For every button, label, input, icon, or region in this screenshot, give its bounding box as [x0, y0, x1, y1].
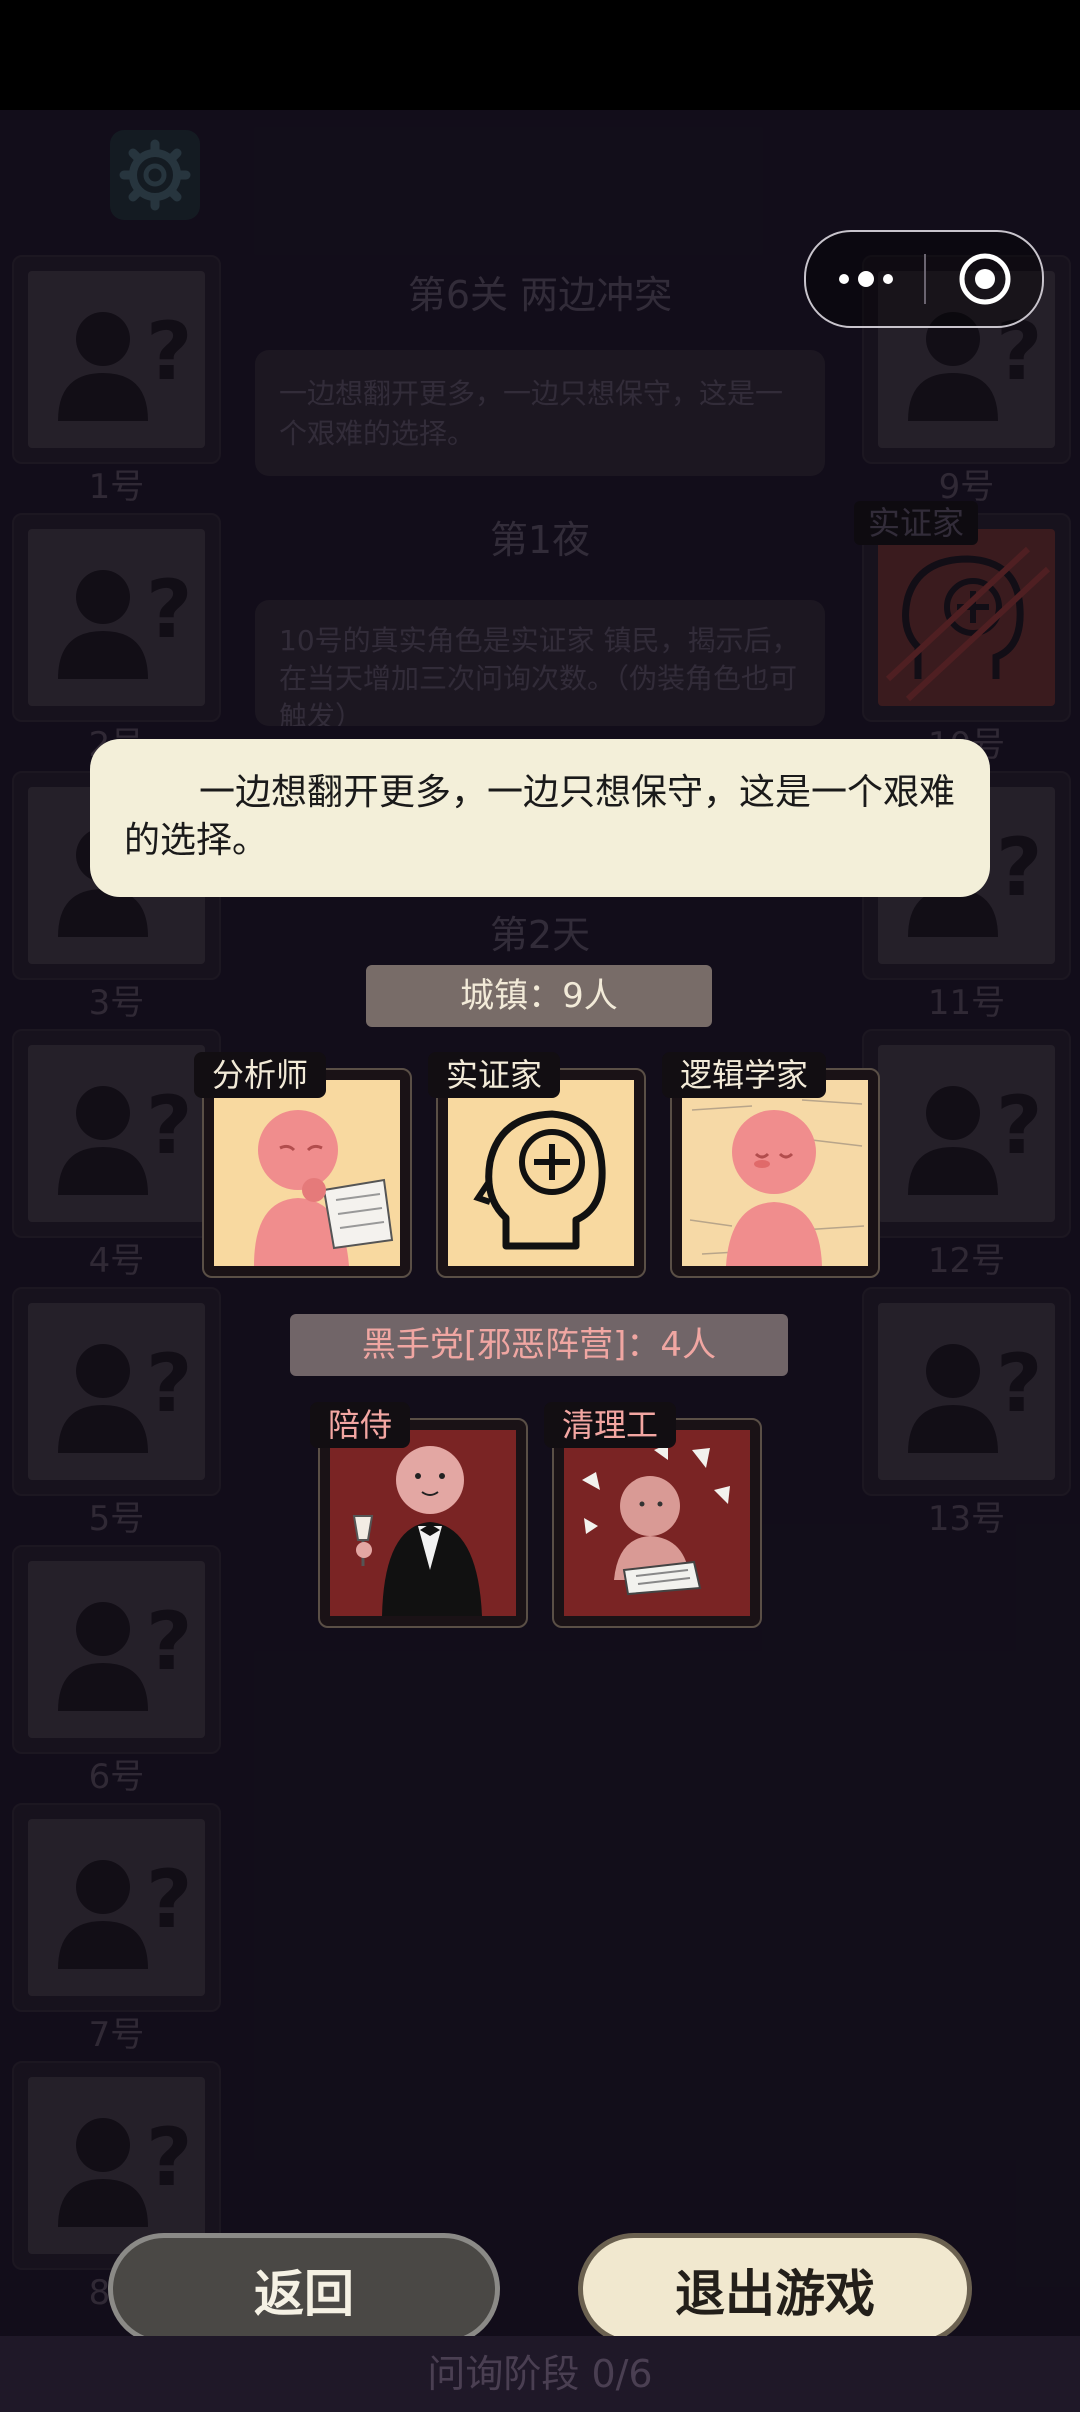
back-button[interactable]: 返回: [108, 2233, 500, 2345]
role-card-logician[interactable]: 逻辑学家: [662, 1052, 880, 1278]
phase-indicator: 问询阶段 0/6: [0, 2336, 1080, 2412]
close-target-icon[interactable]: [958, 252, 1012, 306]
role-name: 清理工: [544, 1402, 677, 1448]
exit-game-button[interactable]: 退出游戏: [578, 2233, 972, 2345]
role-card-empiricist[interactable]: 实证家: [428, 1052, 646, 1278]
role-name: 逻辑学家: [662, 1052, 827, 1098]
miniprogram-capsule: [804, 230, 1044, 328]
role-card-analyst[interactable]: 分析师: [194, 1052, 412, 1278]
story-dialog: 一边想翻开更多，一边只想保守，这是一个艰难的选择。: [90, 739, 990, 897]
butler-portrait-icon: [352, 1446, 482, 1616]
dialog-text: 一边想翻开更多，一边只想保守，这是一个艰难的选择。: [124, 772, 956, 861]
role-name: 陪侍: [310, 1402, 411, 1448]
capsule-divider: [924, 254, 926, 304]
role-name: 分析师: [194, 1052, 327, 1098]
logician-portrait-icon: [689, 1099, 865, 1266]
evil-count-bar: 黑手党[邪恶阵营]：4人: [290, 1314, 788, 1376]
town-count-bar: 城镇：9人: [366, 965, 712, 1027]
analyst-portrait-icon: [254, 1110, 394, 1266]
game-screen: ? 1号 ? 2号 ? 3号 ? 4号 ? 5号 ? 6号 ? 7号 ? 8号: [0, 0, 1080, 2412]
cleaner-portrait-icon: [582, 1444, 730, 1596]
role-name: 实证家: [428, 1052, 561, 1098]
role-card-butler[interactable]: 陪侍: [310, 1402, 528, 1628]
more-dots-icon[interactable]: [836, 266, 896, 292]
role-card-cleaner[interactable]: 清理工: [544, 1402, 762, 1628]
head-plus-icon: [473, 1110, 606, 1250]
